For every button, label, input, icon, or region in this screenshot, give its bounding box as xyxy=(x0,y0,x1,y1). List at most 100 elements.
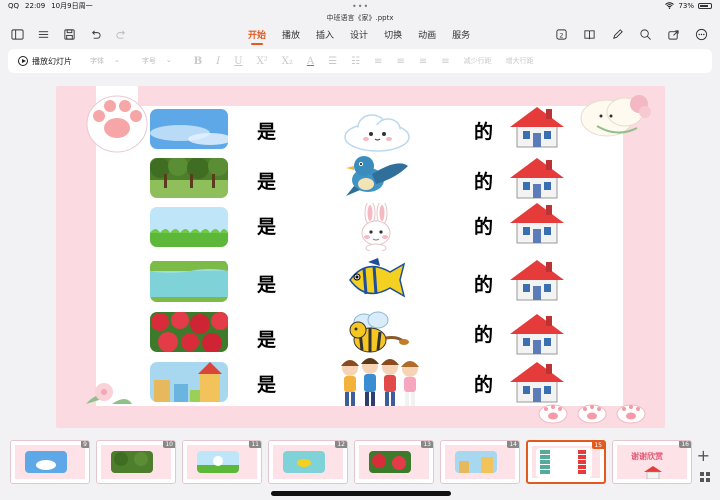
align-left-icon[interactable]: ≡ xyxy=(374,56,382,67)
slide-thumbnail[interactable]: 谢谢欣赏 16 xyxy=(612,440,692,484)
slide-row-grass: 是 的 xyxy=(56,203,665,251)
fish-thumbnail-icon xyxy=(283,451,325,473)
undo-icon[interactable] xyxy=(88,27,102,41)
play-icon xyxy=(18,56,28,66)
wifi-icon xyxy=(665,1,675,11)
slide-thumbnail[interactable]: 10 xyxy=(96,440,176,484)
sky-picture[interactable] xyxy=(150,109,228,149)
tab-start[interactable]: 开始 xyxy=(248,28,266,45)
carrier-label: QQ xyxy=(8,2,20,10)
tab-design[interactable]: 设计 xyxy=(350,28,368,41)
play-slideshow-button[interactable]: 播放幻灯片 xyxy=(18,56,72,67)
cloud-icon[interactable] xyxy=(342,107,412,155)
play-slideshow-label: 播放幻灯片 xyxy=(32,56,72,66)
bold-icon[interactable]: B xyxy=(194,56,202,67)
decrease-spacing-button[interactable]: 减少行距 xyxy=(464,56,492,66)
more-icon[interactable] xyxy=(694,27,708,41)
current-slide-thumbnail-icon xyxy=(536,448,592,478)
verb-shi: 是 xyxy=(257,274,277,296)
bird-icon[interactable] xyxy=(342,152,412,200)
slide-row-flowers: 是 的 xyxy=(56,311,665,355)
verb-shi: 是 xyxy=(257,216,277,238)
thank-you-text: 谢谢欣赏 xyxy=(631,452,663,461)
rabbit-thumbnail-icon xyxy=(197,451,239,473)
svg-text:2: 2 xyxy=(559,31,563,39)
time-label: 22:09 xyxy=(25,2,46,10)
font-family-select[interactable]: 字体 ⌄ xyxy=(90,56,120,66)
battery-icon xyxy=(698,3,712,9)
grid-view-icon[interactable] xyxy=(700,472,710,485)
font-color-icon[interactable]: A xyxy=(307,56,314,67)
house-icon xyxy=(510,158,564,199)
tab-play[interactable]: 播放 xyxy=(282,28,300,41)
share-icon[interactable] xyxy=(666,27,680,41)
children-icon[interactable] xyxy=(338,354,424,410)
slide-thumbnail[interactable]: 9 xyxy=(10,440,90,484)
slide-thumbnail[interactable]: 11 xyxy=(182,440,262,484)
font-size-select[interactable]: 字号 ⌄ xyxy=(142,56,172,66)
slide-thumbnail-strip: 9 10 11 12 13 14 15 谢谢欣赏 16 xyxy=(0,440,720,484)
particle-de: 的 xyxy=(474,274,494,296)
numbered-list-icon[interactable]: ☷ xyxy=(351,56,360,67)
tab-insert[interactable]: 插入 xyxy=(316,28,334,41)
slide-thumbnail[interactable]: 12 xyxy=(268,440,348,484)
verb-shi: 是 xyxy=(257,374,277,396)
forest-thumbnail-icon xyxy=(111,451,153,473)
house-thumbnail-icon xyxy=(644,466,662,479)
slide-thumbnail[interactable]: 14 xyxy=(440,440,520,484)
forest-picture[interactable] xyxy=(150,158,228,198)
redo-icon[interactable] xyxy=(114,27,128,41)
tab-transition[interactable]: 切换 xyxy=(384,28,402,41)
house-icon xyxy=(510,260,564,301)
roses-thumbnail-icon xyxy=(369,451,411,473)
ribbon-toolbar: 播放幻灯片 字体 ⌄ 字号 ⌄ B I U X² X₂ A ☰ ☷ ≡ ≡ ≡ ≡ … xyxy=(8,49,712,73)
add-slide-button[interactable]: + xyxy=(697,446,710,465)
underline-icon[interactable]: U xyxy=(234,56,242,67)
slide-row-forest: 是 的 xyxy=(56,156,665,199)
grass-picture[interactable] xyxy=(150,207,228,247)
verb-shi: 是 xyxy=(257,329,277,351)
slide-canvas[interactable]: 是 的 是 的 是 的 是 的 是 的 是 的 xyxy=(56,86,665,428)
superscript-icon[interactable]: X² xyxy=(257,56,268,67)
verb-shi: 是 xyxy=(257,171,277,193)
bullet-list-icon[interactable]: ☰ xyxy=(328,56,337,67)
align-center-icon[interactable]: ≡ xyxy=(396,56,404,67)
fish-icon[interactable] xyxy=(342,256,412,304)
book-icon[interactable] xyxy=(582,27,596,41)
date-label: 10月9日周一 xyxy=(51,2,93,10)
battery-percent: 73% xyxy=(678,2,694,10)
search-icon[interactable] xyxy=(638,27,652,41)
top-toolbar: 开始 播放 插入 设计 切换 动画 服务 2 xyxy=(0,24,720,46)
document-title: 中班语言《家》.pptx xyxy=(326,14,394,22)
increase-spacing-button[interactable]: 增大行距 xyxy=(506,56,534,66)
align-right-icon[interactable]: ≡ xyxy=(419,56,427,67)
multitask-dots-icon[interactable]: ••• xyxy=(352,2,369,11)
slide-row-river: 是 的 xyxy=(56,258,665,302)
slide-thumbnail[interactable]: 13 xyxy=(354,440,434,484)
save-icon[interactable] xyxy=(62,27,76,41)
sky-thumbnail-icon xyxy=(25,451,67,473)
tab-service[interactable]: 服务 xyxy=(452,28,470,41)
town-thumbnail-icon xyxy=(455,451,497,473)
italic-icon[interactable]: I xyxy=(216,56,220,67)
sidebar-toggle-icon[interactable] xyxy=(10,27,24,41)
town-picture[interactable] xyxy=(150,362,228,402)
badge-2-icon[interactable]: 2 xyxy=(554,27,568,41)
slide-row-sky: 是 的 xyxy=(56,107,665,152)
slide-thumbnail-current[interactable]: 15 xyxy=(526,440,606,484)
roses-picture[interactable] xyxy=(150,312,228,352)
house-icon xyxy=(510,314,564,355)
rabbit-icon[interactable] xyxy=(342,203,412,251)
river-picture[interactable] xyxy=(150,260,228,302)
main-menu: 开始 播放 插入 设计 切换 动画 服务 xyxy=(248,28,470,45)
pen-icon[interactable] xyxy=(610,27,624,41)
status-bar: QQ 22:09 10月9日周一 ••• 73% xyxy=(0,0,720,12)
home-indicator[interactable] xyxy=(271,491,451,496)
bee-icon[interactable] xyxy=(342,308,412,356)
menu-icon[interactable] xyxy=(36,27,50,41)
particle-de: 的 xyxy=(474,121,494,143)
tab-animation[interactable]: 动画 xyxy=(418,28,436,41)
house-icon xyxy=(510,107,564,148)
subscript-icon[interactable]: X₂ xyxy=(282,56,293,67)
justify-icon[interactable]: ≡ xyxy=(441,56,449,67)
